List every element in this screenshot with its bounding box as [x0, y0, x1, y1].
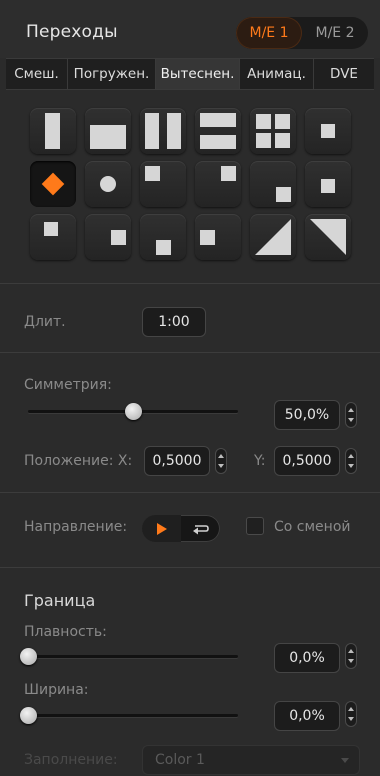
- circle-iris-icon: [100, 176, 116, 192]
- flip-flop-checkbox[interactable]: [246, 517, 264, 535]
- wipe-left-center-box[interactable]: [195, 214, 241, 260]
- me2-button[interactable]: M/E 2: [302, 17, 368, 49]
- transition-type-tabs: Смеш. Погружен. Вытеснен. Анимац. DVE: [6, 58, 374, 90]
- panel-header: Переходы M/E 1 M/E 2: [0, 0, 380, 58]
- width-label: Ширина:: [24, 682, 89, 698]
- position-x-stepper[interactable]: [215, 448, 227, 474]
- vertical-barn-door-icon: [145, 113, 159, 149]
- wipe-center-box[interactable]: [305, 108, 351, 154]
- chevron-down-icon: [341, 758, 349, 763]
- softness-stepper[interactable]: [345, 643, 357, 669]
- tab-wipe[interactable]: Вытеснен.: [156, 59, 240, 89]
- bottom-right-small-box-icon: [321, 179, 335, 193]
- horizontal-barn-door-icon: [200, 135, 236, 149]
- width-slider-thumb[interactable]: [19, 707, 37, 724]
- top-left-box-icon: [145, 166, 160, 181]
- wipe-horizontal-barn-door[interactable]: [195, 108, 241, 154]
- section-divider: [0, 352, 380, 353]
- me-selector: M/E 1 M/E 2: [236, 17, 368, 49]
- tab-mix[interactable]: Смеш.: [6, 59, 68, 89]
- four-box-icon: [275, 114, 290, 129]
- wipe-top-left-small-box[interactable]: [30, 214, 76, 260]
- wipe-vertical-barn-door[interactable]: [140, 108, 186, 154]
- width-field[interactable]: 0,0%: [274, 701, 340, 731]
- direction-reverse-button[interactable]: [181, 515, 220, 542]
- wipe-top-right-diagonal[interactable]: [305, 214, 351, 260]
- wipe-four-box[interactable]: [250, 108, 296, 154]
- duration-field[interactable]: 1:00: [142, 307, 206, 337]
- fill-label: Заполнение:: [24, 752, 118, 768]
- loop-reverse-icon: [192, 524, 209, 534]
- tab-dip[interactable]: Погружен.: [68, 59, 156, 89]
- wipe-top-right-box[interactable]: [195, 161, 241, 207]
- direction-toggle: [142, 515, 220, 542]
- diamond-iris-icon: [41, 172, 65, 196]
- wipe-left-vertical-bar[interactable]: [30, 108, 76, 154]
- duration-label: Длит.: [24, 314, 66, 330]
- wipe-bottom-center-box[interactable]: [140, 214, 186, 260]
- wipe-right-center-box[interactable]: [85, 214, 131, 260]
- panel-title: Переходы: [26, 22, 118, 42]
- wipe-diamond-iris[interactable]: [30, 161, 76, 207]
- me1-button[interactable]: M/E 1: [236, 17, 302, 49]
- horizontal-barn-door-icon: [200, 113, 236, 127]
- direction-label: Направление:: [24, 519, 128, 535]
- top-right-diagonal-icon: [310, 219, 346, 255]
- play-icon: [156, 522, 167, 535]
- wipe-bottom-right-small-box[interactable]: [305, 161, 351, 207]
- tab-stinger[interactable]: Анимац.: [240, 59, 314, 89]
- fill-color-dropdown[interactable]: Color 1: [142, 745, 360, 775]
- left-vertical-bar-icon: [45, 113, 60, 149]
- four-box-icon: [256, 133, 271, 148]
- position-y-label: Y:: [254, 453, 266, 469]
- section-divider: [0, 567, 380, 568]
- section-divider: [0, 283, 380, 284]
- flip-flop-label: Со сменой: [274, 519, 351, 535]
- wipe-bottom-horizontal-bar[interactable]: [85, 108, 131, 154]
- bottom-center-box-icon: [156, 240, 171, 255]
- softness-slider-track[interactable]: [28, 655, 238, 658]
- left-center-box-icon: [200, 230, 215, 245]
- position-y-stepper[interactable]: [345, 448, 357, 474]
- top-right-box-icon: [221, 166, 236, 181]
- top-left-small-box-icon: [44, 222, 58, 236]
- tab-dve[interactable]: DVE: [314, 59, 374, 89]
- section-divider: [0, 492, 380, 493]
- four-box-icon: [256, 114, 271, 129]
- symmetry-stepper[interactable]: [345, 402, 357, 428]
- softness-label: Плавность:: [24, 624, 107, 640]
- right-center-box-icon: [111, 230, 126, 245]
- wipe-top-left-diagonal[interactable]: [250, 214, 296, 260]
- wipe-bottom-right-box[interactable]: [250, 161, 296, 207]
- wipe-top-left-box[interactable]: [140, 161, 186, 207]
- bottom-right-box-icon: [276, 187, 291, 202]
- direction-normal-button[interactable]: [142, 515, 181, 542]
- softness-slider-thumb[interactable]: [19, 648, 37, 665]
- bottom-horizontal-bar-icon: [90, 125, 126, 149]
- width-slider-track[interactable]: [28, 714, 238, 717]
- border-heading: Граница: [24, 591, 96, 610]
- position-y-field[interactable]: 0,5000: [274, 446, 340, 476]
- position-x-label: Положение: X:: [24, 453, 133, 469]
- transitions-panel: Переходы M/E 1 M/E 2 Смеш. Погружен. Выт…: [0, 0, 380, 776]
- symmetry-slider-thumb[interactable]: [124, 403, 142, 420]
- symmetry-label: Симметрия:: [24, 377, 112, 393]
- width-stepper[interactable]: [345, 701, 357, 727]
- four-box-icon: [275, 133, 290, 148]
- position-x-field[interactable]: 0,5000: [144, 446, 210, 476]
- center-box-icon: [321, 124, 335, 138]
- vertical-barn-door-icon: [167, 113, 181, 149]
- softness-field[interactable]: 0,0%: [274, 643, 340, 673]
- top-left-diagonal-icon: [255, 219, 291, 255]
- wipe-circle-iris[interactable]: [85, 161, 131, 207]
- symmetry-field[interactable]: 50,0%: [274, 400, 340, 430]
- fill-color-value: Color 1: [155, 752, 205, 768]
